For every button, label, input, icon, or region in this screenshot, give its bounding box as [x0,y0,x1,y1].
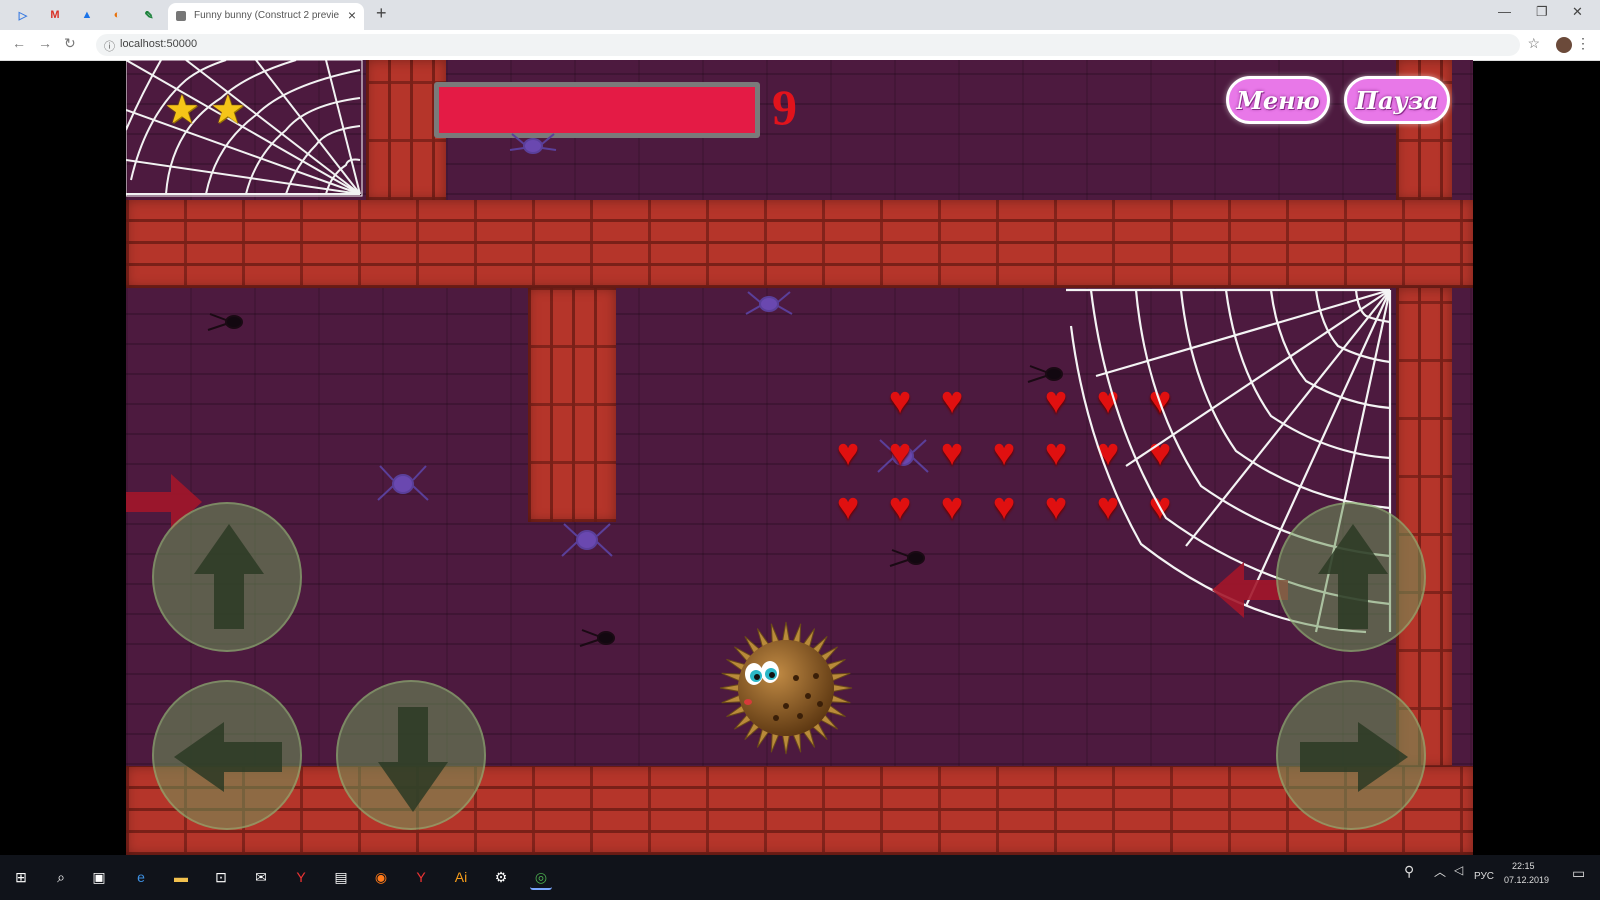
spider-icon [745,291,793,315]
tab-page-icon [176,11,186,21]
jump-control-button[interactable] [1276,502,1426,652]
health-bar-fill [439,87,755,133]
tab-favicon-5[interactable]: ✎ [140,6,158,24]
menu-kebab-icon[interactable]: ⋮ [1576,35,1590,52]
tab-close-icon[interactable]: × [348,7,356,23]
address-bar-row: ← → ↻ ⓘ localhost:50000 ☆ ⋮ [0,30,1600,61]
tab-gmail-icon[interactable]: M [46,6,64,24]
yandex-icon[interactable]: Y [290,866,312,888]
info-icon[interactable]: ⓘ [104,38,115,54]
star-icon: ★ [164,88,200,132]
notifications-icon[interactable]: ▭ [1572,865,1585,882]
os-taskbar: ⊞ ⌕ ▣ e ▬ ⊡ ✉ Y ▤ ◉ Y Ai ⚙ ◎ ⚲ ︿ ◁ РУС 2… [0,855,1600,900]
menu-button[interactable]: Меню [1226,76,1330,124]
window-close-icon[interactable]: ✕ [1572,4,1583,20]
volume-icon[interactable]: ◁ [1454,863,1463,877]
tab-favicon-1[interactable]: ▷ [14,6,32,24]
heart-collectible: ♥ [888,380,912,422]
new-tab-button[interactable]: + [376,3,387,24]
maximize-icon[interactable]: ❐ [1536,4,1548,20]
spider-icon [377,465,429,501]
up-arrow-icon [194,524,264,629]
star-icon: ★ [209,88,246,132]
score-counter: 9 [772,79,797,135]
heart-collectible: ♥ [940,432,964,474]
spider-web-top-left [126,60,363,197]
left-arrow-icon [174,722,282,792]
settings-icon[interactable]: ⚙ [490,866,512,888]
heart-collectible: ♥ [888,486,912,528]
spider-icon [509,133,557,154]
heart-collectible: ♥ [940,486,964,528]
heart-collectible: ♥ [836,432,860,474]
hedgehog-player [719,621,853,755]
right-control-button[interactable] [1276,680,1426,830]
brick-wall [126,200,1473,288]
spider-shadow [579,629,615,647]
brick-pillar [528,288,616,522]
profile-avatar[interactable] [1556,37,1572,53]
up-control-button[interactable] [152,502,302,652]
illustrator-icon[interactable]: Ai [450,866,472,888]
clock-time: 22:15 [1512,861,1535,871]
right-arrow-icon [1300,722,1408,792]
url-field[interactable]: ⓘ localhost:50000 [96,34,1520,56]
file-explorer-icon[interactable]: ▬ [170,866,192,888]
tab-title: Funny bunny (Construct 2 previe [194,10,340,21]
back-icon[interactable]: ← [12,35,26,51]
bookmark-star-icon[interactable]: ☆ [1527,35,1540,52]
language-indicator[interactable]: РУС [1474,871,1494,882]
left-control-button[interactable] [152,680,302,830]
clock-date: 07.12.2019 [1504,875,1550,885]
down-arrow-icon [378,707,448,812]
heart-collectible: ♥ [992,486,1016,528]
minimize-icon[interactable]: — [1498,4,1511,19]
health-bar [434,82,760,138]
store-icon[interactable]: ⊡ [210,866,232,888]
task-view-icon[interactable]: ▣ [88,866,110,888]
heart-collectible: ♥ [940,380,964,422]
spider-shadow [207,313,243,331]
heart-collectible: ♥ [888,432,912,474]
stars-collected: ★ ★ [164,90,246,130]
pause-button[interactable]: Пауза [1344,76,1450,124]
mail-icon[interactable]: ✉ [250,866,272,888]
down-control-button[interactable] [336,680,486,830]
spider-shadow [889,549,925,567]
search-icon[interactable]: ⌕ [50,866,72,888]
heart-collectible: ♥ [992,432,1016,474]
tab-active[interactable]: Funny bunny (Construct 2 previe × [168,3,364,30]
game-canvas[interactable]: ★ ★ 9 Меню Пауза ♥ ♥ ♥ ♥ ♥ ♥ ♥ ♥ ♥ ♥ ♥ ♥ ♥ ♥ ♥ ♥ ♥ ♥ ♥ ♥ [126,60,1473,855]
edge-icon[interactable]: e [130,866,152,888]
browser-tab-bar: ▷ M ▲ ◐ ✎ Funny bunny (Construct 2 previ… [0,0,1600,30]
up-arrow-icon [1318,524,1388,629]
tab-drive-icon[interactable]: ▲ [78,6,96,24]
pin-icon[interactable]: ⚲ [1404,863,1414,880]
heart-collectible: ♥ [836,486,860,528]
firefox-icon[interactable]: ◉ [370,866,392,888]
tray-chevron-icon[interactable]: ︿ [1434,863,1446,880]
url-text: localhost:50000 [120,38,198,50]
reload-icon[interactable]: ↻ [64,35,76,52]
app-icon[interactable]: ▤ [330,866,352,888]
yandex-browser-icon[interactable]: Y [410,866,432,888]
brick-floor [126,766,1473,855]
forward-icon[interactable]: → [38,35,52,51]
spider-icon [561,523,613,557]
windows-start-icon[interactable]: ⊞ [10,866,32,888]
tab-favicon-4[interactable]: ◐ [108,6,126,24]
chrome-icon[interactable]: ◎ [530,866,552,890]
